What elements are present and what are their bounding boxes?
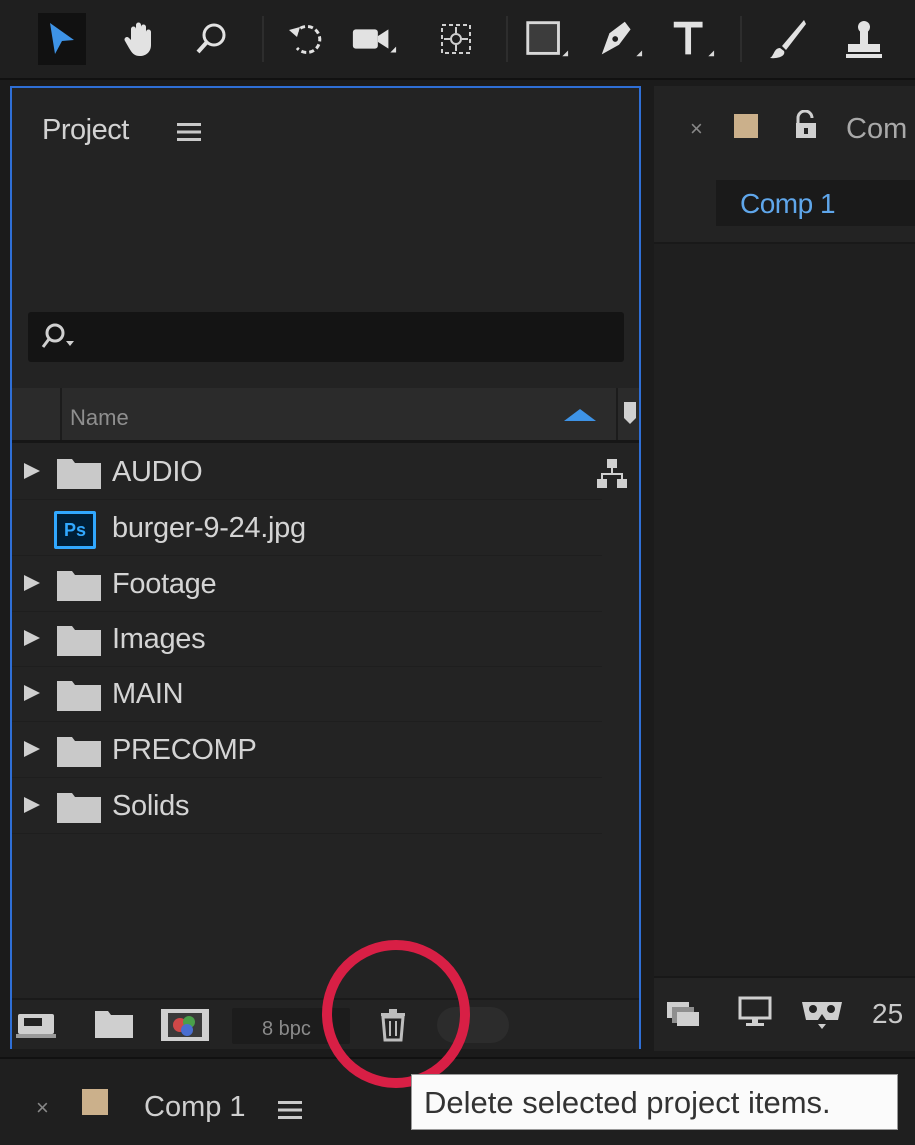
new-composition-icon[interactable]: [160, 1008, 210, 1042]
tooltip: Delete selected project items.: [411, 1074, 898, 1130]
panel-menu-icon[interactable]: [177, 122, 201, 142]
camera-tool-icon[interactable]: [350, 13, 398, 65]
item-label: Images: [112, 623, 206, 655]
timeline-tab-label: Comp 1: [144, 1091, 246, 1123]
expand-triangle-icon[interactable]: [23, 462, 41, 480]
item-label: MAIN: [112, 678, 184, 710]
expand-triangle-icon[interactable]: [23, 574, 41, 592]
zoom-tool-icon[interactable]: [188, 13, 236, 65]
expand-triangle-icon[interactable]: [23, 740, 41, 758]
project-panel: Project Name AUDIO Ps burger-9-24.jpg Fo…: [10, 86, 641, 1049]
tab-label: Comp 1: [740, 188, 836, 219]
tab-comp-1[interactable]: Comp 1: [716, 180, 915, 226]
composition-footer: 25: [654, 976, 915, 1051]
folder-icon: [56, 734, 102, 768]
composition-panel-title: Com: [846, 113, 908, 145]
close-tab-icon[interactable]: ×: [690, 116, 703, 142]
composition-color-swatch: [734, 114, 758, 138]
tools-toolbar: [0, 0, 915, 80]
close-tab-icon[interactable]: ×: [36, 1095, 49, 1121]
item-label: Solids: [112, 790, 190, 822]
list-item[interactable]: AUDIO: [12, 444, 602, 500]
search-icon[interactable]: [40, 322, 82, 352]
selection-tool-icon[interactable]: [38, 13, 86, 65]
timeline-color-swatch: [82, 1089, 108, 1115]
project-panel-title: Project: [42, 114, 129, 146]
expand-triangle-icon[interactable]: [23, 629, 41, 647]
folder-icon: [56, 790, 102, 824]
highlight-circle-annotation: [322, 940, 470, 1088]
brush-tool-icon[interactable]: [764, 13, 812, 65]
folder-icon: [56, 456, 102, 490]
mask-visibility-icon[interactable]: [800, 996, 844, 1030]
snapshot-icon[interactable]: [666, 998, 700, 1028]
rectangle-tool-icon[interactable]: [522, 13, 570, 65]
list-item[interactable]: PRECOMP: [12, 722, 602, 778]
clone-stamp-tool-icon[interactable]: [840, 13, 888, 65]
project-column-header: Name: [12, 388, 639, 443]
bit-depth-label: 8 bpc: [262, 1018, 311, 1040]
type-tool-icon[interactable]: [668, 13, 716, 65]
list-item[interactable]: Ps burger-9-24.jpg: [12, 500, 602, 556]
column-name-header[interactable]: Name: [70, 405, 129, 431]
expand-triangle-icon[interactable]: [23, 684, 41, 702]
expand-triangle-icon[interactable]: [23, 796, 41, 814]
label-column-icon[interactable]: [624, 398, 638, 428]
list-item[interactable]: MAIN: [12, 666, 602, 722]
hand-tool-icon[interactable]: [116, 13, 164, 65]
composition-tab-bar: × Com Comp 1: [654, 86, 915, 244]
folder-icon: [56, 678, 102, 712]
pan-behind-tool-icon[interactable]: [432, 13, 480, 65]
photoshop-file-icon: Ps: [54, 511, 96, 549]
item-label: burger-9-24.jpg: [112, 512, 306, 544]
flowchart-icon[interactable]: [596, 458, 628, 490]
list-item[interactable]: Images: [12, 611, 602, 667]
folder-icon: [56, 568, 102, 602]
panel-menu-icon[interactable]: [278, 1100, 302, 1120]
magnification-value[interactable]: 25: [872, 998, 903, 1030]
project-search-input[interactable]: [28, 312, 624, 362]
interpret-footage-icon[interactable]: [16, 1008, 60, 1040]
lock-icon[interactable]: [794, 110, 818, 140]
pen-tool-icon[interactable]: [596, 13, 644, 65]
list-item[interactable]: Footage: [12, 556, 602, 612]
composition-panel: × Com Comp 1 25: [654, 86, 915, 1051]
rotation-tool-icon[interactable]: [282, 13, 330, 65]
item-label: PRECOMP: [112, 734, 257, 766]
sort-ascending-icon[interactable]: [562, 406, 598, 424]
item-label: Footage: [112, 568, 217, 600]
new-folder-icon[interactable]: [94, 1008, 134, 1040]
list-item[interactable]: Solids: [12, 778, 602, 834]
folder-icon: [56, 623, 102, 657]
item-label: AUDIO: [112, 456, 203, 488]
monitor-icon[interactable]: [738, 996, 772, 1028]
